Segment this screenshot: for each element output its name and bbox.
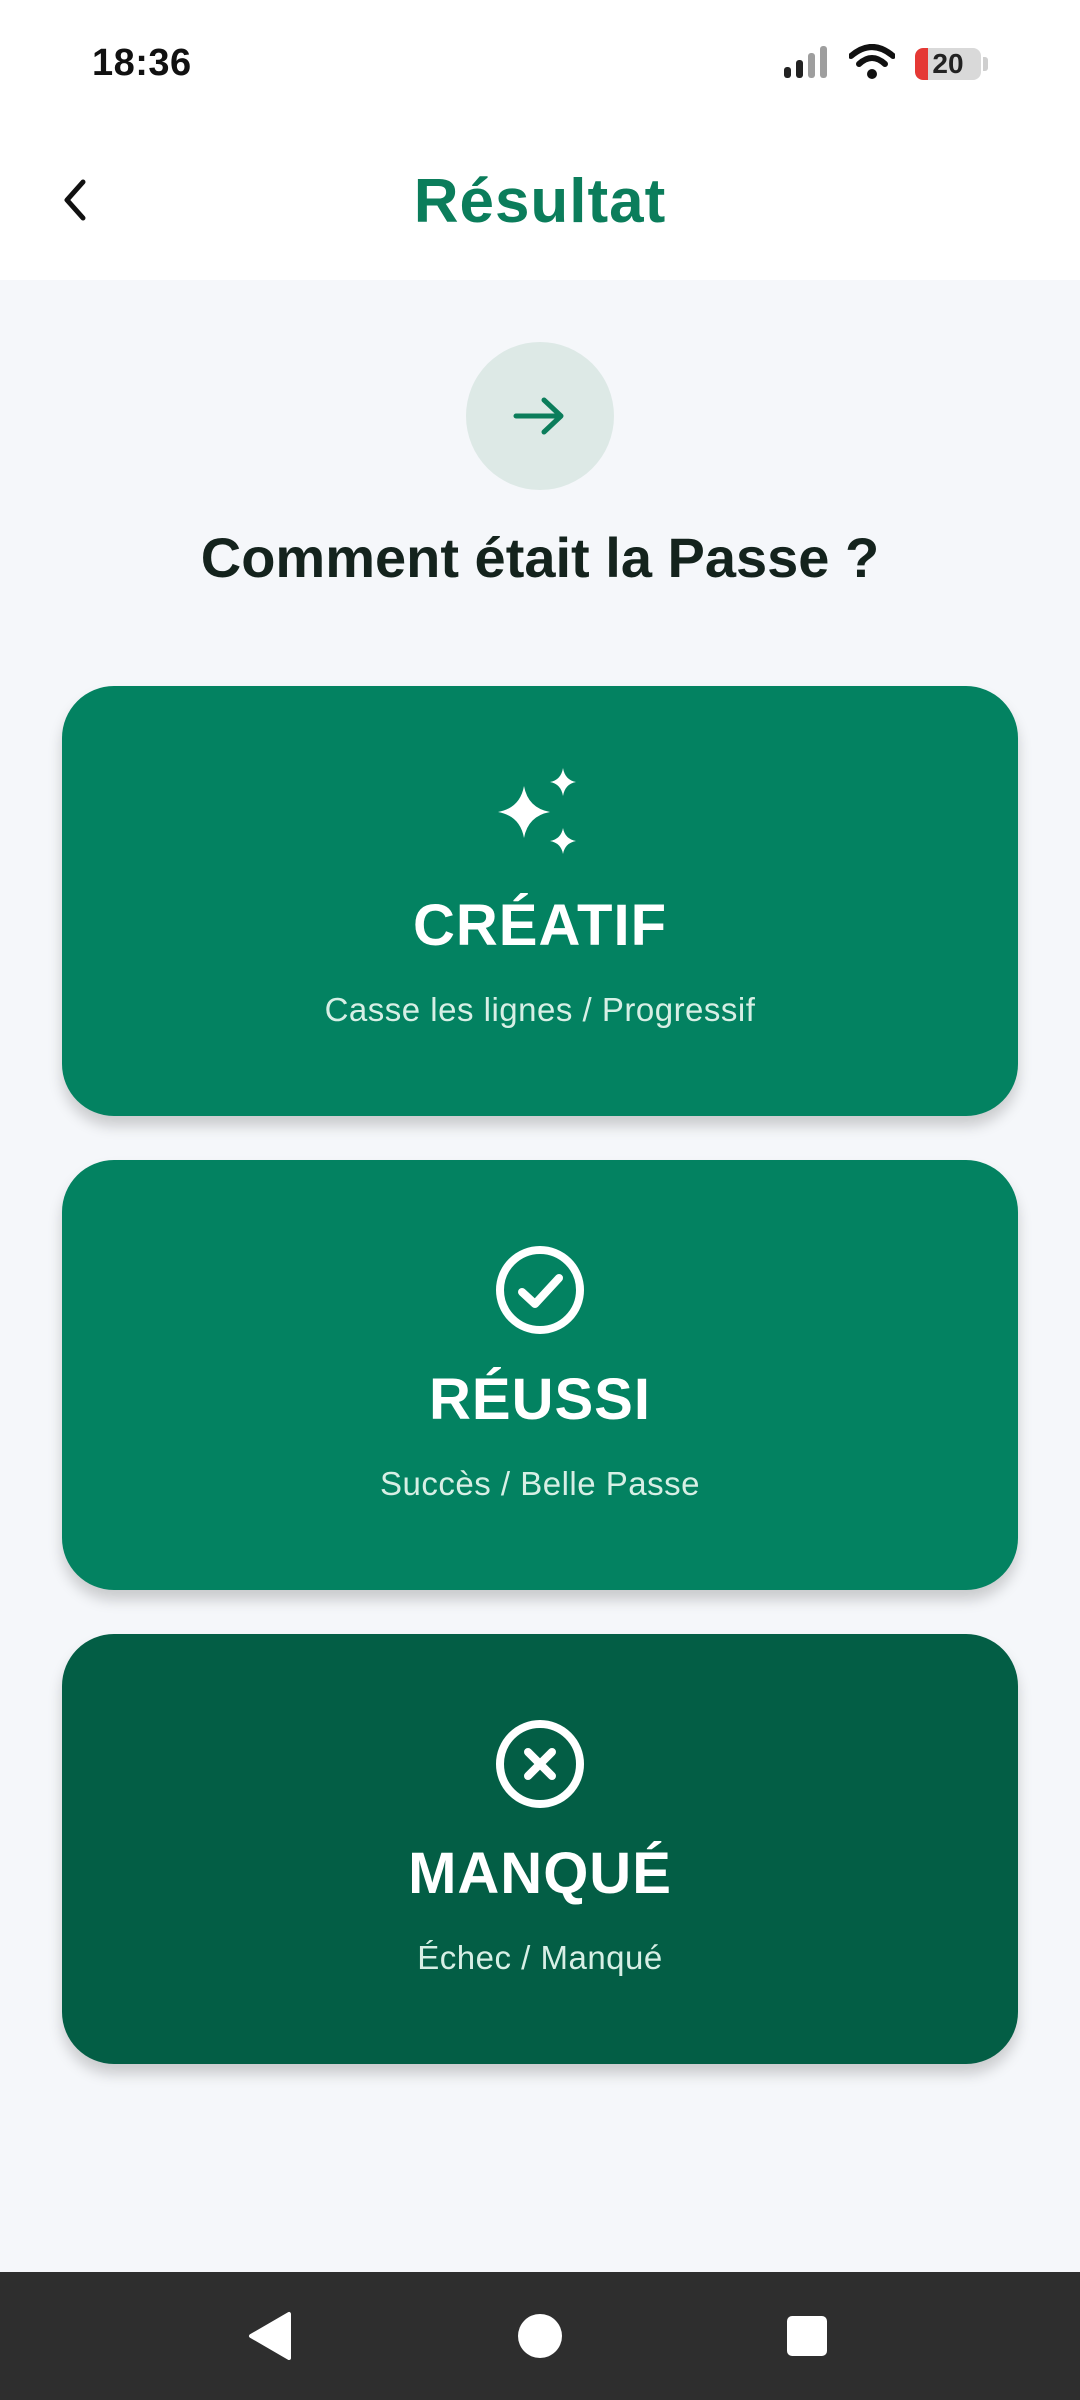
sparkles-icon <box>62 766 1018 866</box>
option-subtitle: Casse les lignes / Progressif <box>324 991 756 1028</box>
option-title: CRÉATIF <box>412 893 667 958</box>
x-circle-icon <box>62 1714 1018 1814</box>
option-title: MANQUÉ <box>408 1841 672 1906</box>
status-time: 18:36 <box>92 42 192 84</box>
recents-square-icon <box>787 2316 827 2356</box>
home-circle-icon <box>518 2314 562 2358</box>
option-subtitle: Échec / Manqué <box>417 1939 663 1976</box>
wifi-icon <box>848 43 896 85</box>
option-title: RÉUSSI <box>429 1367 651 1432</box>
signal-icon <box>783 45 829 84</box>
arrow-right-icon <box>513 397 564 435</box>
option-creative-button[interactable]: CRÉATIF Casse les lignes / Progressif <box>62 686 1018 1116</box>
page-title: Résultat <box>413 167 667 236</box>
option-missed-button[interactable]: MANQUÉ Échec / Manqué <box>62 1634 1018 2064</box>
status-bar: 18:36 20 <box>0 0 1080 130</box>
status-icons: 20 <box>783 43 988 85</box>
nav-recents-button[interactable] <box>775 2304 839 2368</box>
battery-icon: 20 <box>915 48 981 80</box>
result-screen: Comment était la Passe ? CRÉATIF Casse l… <box>0 280 1080 2272</box>
app-bar: Résultat <box>0 130 1080 280</box>
back-triangle-icon <box>249 2312 291 2360</box>
option-success-button[interactable]: RÉUSSI Succès / Belle Passe <box>62 1160 1018 1590</box>
battery-level: 20 <box>932 48 964 79</box>
check-circle-icon <box>62 1240 1018 1340</box>
option-subtitle: Succès / Belle Passe <box>380 1465 700 1502</box>
nav-home-button[interactable] <box>508 2304 572 2368</box>
arrow-badge <box>466 342 614 490</box>
nav-back-button[interactable] <box>238 2304 302 2368</box>
battery-cap <box>983 57 988 71</box>
system-nav-bar <box>0 2272 1080 2400</box>
question-title: Comment était la Passe ? <box>200 526 880 589</box>
